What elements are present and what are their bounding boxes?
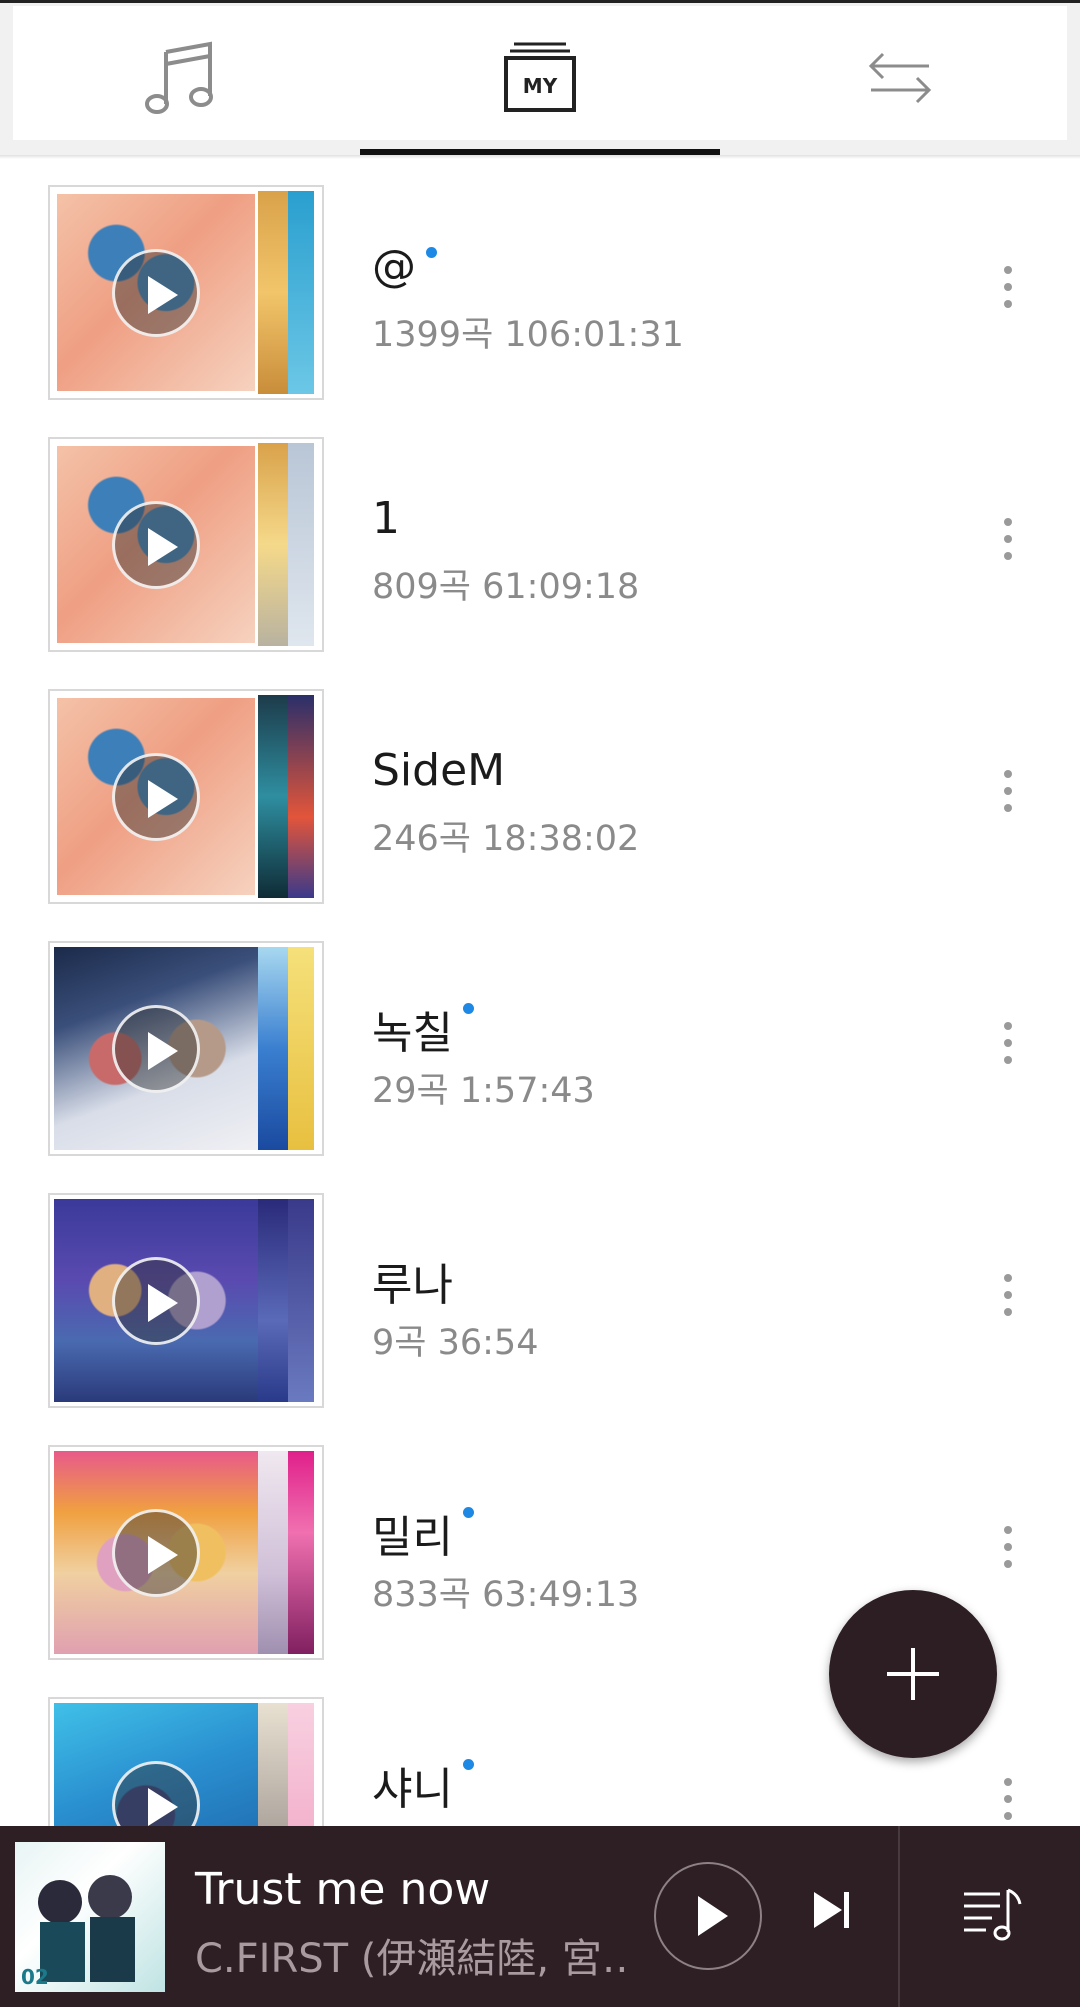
- more-options-button[interactable]: [996, 1526, 1020, 1574]
- playlist-cover: [48, 689, 324, 904]
- playlist-meta: 246곡 18:38:02: [372, 819, 640, 859]
- player-divider: [898, 1826, 900, 2007]
- tab-transfer[interactable]: [720, 3, 1080, 153]
- svg-text:02: 02: [21, 1965, 49, 1989]
- playlist-title: 녹칠: [372, 997, 474, 1061]
- now-playing-artist: C.FIRST (伊瀬結陸, 宮…: [195, 1936, 625, 1982]
- my-library-icon: MY: [504, 42, 576, 112]
- more-options-button[interactable]: [996, 1274, 1020, 1322]
- playlist-meta: 1399곡 106:01:31: [372, 315, 684, 355]
- playlist-meta: 809곡 61:09:18: [372, 567, 640, 607]
- playlist-title: 1: [372, 493, 400, 544]
- playlist-cover: [48, 1697, 324, 1826]
- top-tab-bar: MY: [0, 0, 1080, 159]
- tab-my-label: MY: [523, 74, 558, 98]
- playlist-cover: [48, 185, 324, 400]
- playlist-meta: 9곡 36:54: [372, 1323, 539, 1363]
- playlist-meta: 29곡 1:57:43: [372, 1071, 595, 1111]
- more-options-button[interactable]: [996, 1778, 1020, 1826]
- more-options-button[interactable]: [996, 1022, 1020, 1070]
- now-playing-cover: 02: [15, 1842, 165, 1992]
- playlist-row[interactable]: 녹칠 29곡 1:57:43: [0, 912, 1080, 1164]
- new-indicator-dot: [462, 1507, 474, 1518]
- transfer-arrows-icon: [868, 52, 932, 104]
- add-playlist-button[interactable]: [829, 1590, 997, 1758]
- play-playlist-button[interactable]: [112, 1257, 200, 1345]
- more-options-button[interactable]: [996, 518, 1020, 566]
- playlist-cover: [48, 1445, 324, 1660]
- play-playlist-button[interactable]: [112, 753, 200, 841]
- mini-player[interactable]: 02 Trust me now C.FIRST (伊瀬結陸, 宮…: [0, 1826, 1080, 2007]
- more-options-button[interactable]: [996, 770, 1020, 818]
- playlist-cover: [48, 941, 324, 1156]
- playlist-row[interactable]: SideM 246곡 18:38:02: [0, 660, 1080, 912]
- tab-music[interactable]: [0, 3, 360, 153]
- new-indicator-dot: [462, 1759, 474, 1770]
- playlist-row[interactable]: 루나 9곡 36:54: [0, 1164, 1080, 1416]
- playlist-row[interactable]: @ 1399곡 106:01:31: [0, 156, 1080, 408]
- playlist-title: 루나: [372, 1260, 453, 1311]
- play-button[interactable]: [654, 1862, 762, 1970]
- new-indicator-dot: [462, 1003, 474, 1014]
- play-playlist-button[interactable]: [112, 249, 200, 337]
- playlist-row[interactable]: 1 809곡 61:09:18: [0, 408, 1080, 660]
- new-indicator-dot: [426, 247, 437, 258]
- playlist-title: SideM: [372, 745, 506, 796]
- play-playlist-button[interactable]: [112, 501, 200, 589]
- playlist-title: 샤니: [372, 1753, 474, 1817]
- skip-next-icon[interactable]: [812, 1888, 852, 1932]
- playlist-title: 밀리: [372, 1501, 474, 1565]
- play-playlist-button[interactable]: [112, 1005, 200, 1093]
- music-note-icon: [145, 41, 213, 114]
- playlist-cover: [48, 437, 324, 652]
- plus-icon: [887, 1648, 939, 1700]
- playlist-cover: [48, 1193, 324, 1408]
- more-options-button[interactable]: [996, 266, 1020, 314]
- play-playlist-button[interactable]: [112, 1509, 200, 1597]
- now-playing-title: Trust me now: [195, 1864, 491, 1915]
- playlist-meta: 833곡 63:49:13: [372, 1575, 640, 1615]
- playlist-list: @ 1399곡 106:01:31 1 809곡 61:09:18 SideM …: [0, 156, 1080, 1826]
- playlist-title: @: [372, 241, 437, 292]
- tab-my[interactable]: MY: [360, 3, 720, 153]
- queue-music-icon[interactable]: [962, 1886, 1022, 1944]
